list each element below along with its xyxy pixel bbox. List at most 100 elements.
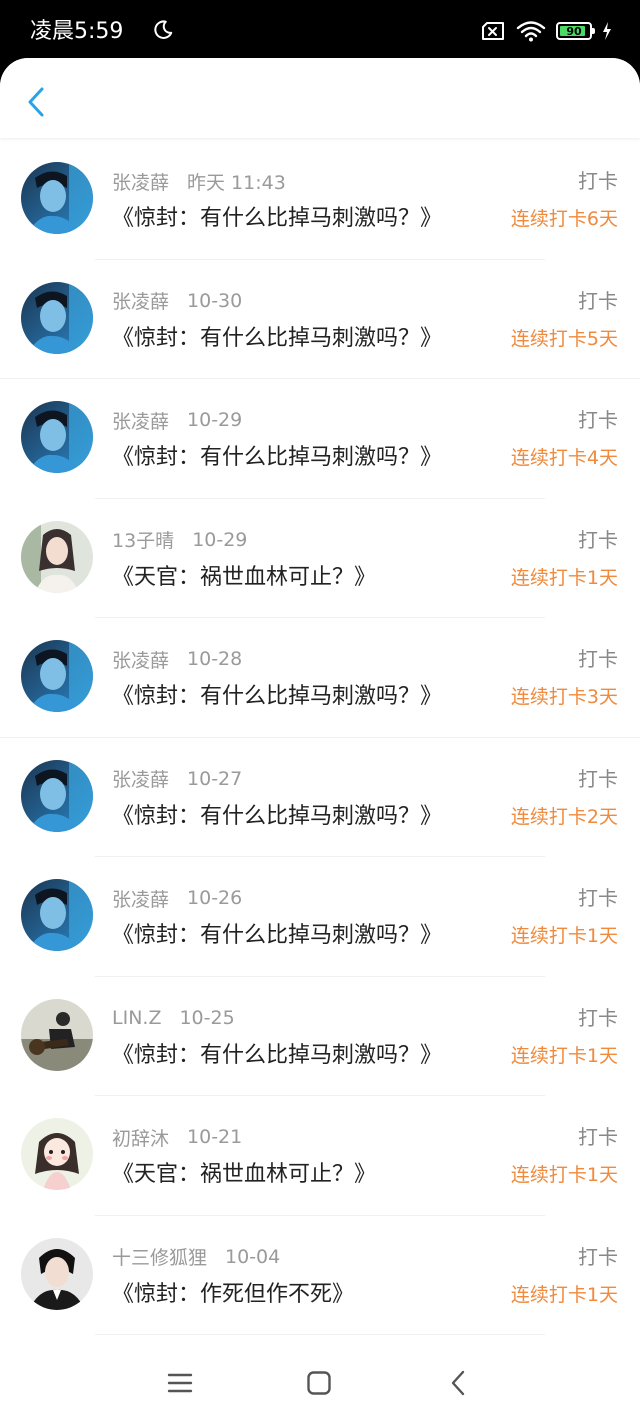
menu-button[interactable] xyxy=(162,1365,198,1401)
system-nav-bar xyxy=(0,1343,640,1423)
divider xyxy=(95,1334,545,1335)
book-title: 《天官：祸世血林可止？》 xyxy=(112,1162,377,1187)
meta-line: 初辞沐 10-21 xyxy=(112,1124,242,1150)
user-name[interactable]: 张凌薛 xyxy=(112,168,169,195)
timestamp: 10-04 xyxy=(225,1245,281,1268)
checkin-label: 打卡 xyxy=(578,169,618,193)
checkin-label: 打卡 xyxy=(578,886,618,910)
checkin-label: 打卡 xyxy=(578,1244,618,1269)
home-button[interactable] xyxy=(301,1365,337,1401)
moon-icon xyxy=(154,20,173,39)
user-name[interactable]: LIN.Z xyxy=(112,1007,161,1029)
checkin-list: 张凌薛 昨天 11:43 《惊封：有什么比掉马刺激吗？》 打卡 连续打卡6天 张凌薛 10-… xyxy=(0,140,640,1335)
meta-line: 张凌薛 10-26 xyxy=(112,885,242,911)
user-name[interactable]: 13子晴 xyxy=(112,526,174,553)
list-item[interactable]: 张凌薛 10-29 《惊封：有什么比掉马刺激吗？》 打卡连续打卡4天 xyxy=(0,379,640,499)
user-name[interactable]: 十三修狐狸 xyxy=(112,1243,207,1270)
meta-line: 张凌薛 10-30 xyxy=(112,288,242,314)
checkin-label: 打卡 xyxy=(578,1125,618,1149)
meta-line: 13子晴 10-29 xyxy=(112,527,247,553)
checkin-label: 打卡 xyxy=(578,647,618,671)
list-item[interactable]: 张凌薛 10-30 《惊封：有什么比掉马刺激吗？》 打卡连续打卡5天 xyxy=(0,260,640,379)
timestamp: 10-26 xyxy=(187,887,243,909)
home-icon xyxy=(307,1371,331,1395)
menu-icon xyxy=(167,1373,193,1393)
meta-line: 张凌薛 10-28 xyxy=(112,646,242,672)
timestamp: 10-29 xyxy=(187,409,243,431)
user-name[interactable]: 张凌薛 xyxy=(112,407,169,434)
nav-back-button[interactable] xyxy=(440,1365,476,1401)
chevron-left-icon xyxy=(28,87,44,117)
avatar[interactable] xyxy=(21,401,93,473)
book-title: 《惊封：有什么比掉马刺激吗？》 xyxy=(112,325,443,351)
status-icons: 90 xyxy=(480,19,612,43)
status-bar: 凌晨5:59 90 xyxy=(0,0,640,58)
timestamp: 昨天 11:43 xyxy=(187,171,286,194)
meta-line: 张凌薛 昨天 11:43 xyxy=(112,168,286,194)
avatar[interactable] xyxy=(21,998,93,1071)
meta-line: 张凌薛 10-27 xyxy=(112,766,242,792)
avatar[interactable] xyxy=(21,759,93,832)
checkin-label: 打卡 xyxy=(578,408,618,432)
avatar[interactable] xyxy=(21,162,93,234)
header xyxy=(0,58,640,138)
timestamp: 10-27 xyxy=(187,767,243,790)
book-title: 《惊封：有什么比掉马刺激吗？》 xyxy=(112,684,443,709)
status-time: 凌晨5:59 xyxy=(30,19,124,44)
checkin-label: 打卡 xyxy=(578,288,618,313)
book-title: 《惊封：有什么比掉马刺激吗？》 xyxy=(112,923,443,948)
wifi-icon xyxy=(516,21,546,42)
avatar[interactable] xyxy=(21,640,93,712)
streak-badge: 连续打卡1天 xyxy=(510,1283,618,1306)
no-sim-icon xyxy=(482,22,504,40)
book-title: 《天官：祸世血林可止？》 xyxy=(112,564,377,590)
streak-badge: 连续打卡6天 xyxy=(510,208,618,230)
battery-icon: 90 xyxy=(556,22,595,40)
list-item[interactable]: 初辞沐 10-21 《天官：祸世血林可止？》 打卡连续打卡1天 xyxy=(0,1096,640,1216)
streak-badge: 连续打卡1天 xyxy=(510,1044,618,1067)
user-name[interactable]: 张凌薛 xyxy=(112,287,169,314)
avatar[interactable] xyxy=(21,1237,93,1310)
list-item[interactable]: 十三修狐狸 10-04 《惊封：作死但作不死》 打卡连续打卡1天 xyxy=(0,1216,640,1335)
streak-badge: 连续打卡3天 xyxy=(510,686,618,708)
meta-line: 十三修狐狸 10-04 xyxy=(112,1244,280,1270)
book-title: 《惊封：有什么比掉马刺激吗？》 xyxy=(112,445,443,470)
app-window: 张凌薛 昨天 11:43 《惊封：有什么比掉马刺激吗？》 打卡 连续打卡6天 张凌薛 10-… xyxy=(0,58,640,1423)
list-item[interactable]: 张凌薛 昨天 11:43 《惊封：有什么比掉马刺激吗？》 打卡连续打卡6天 xyxy=(0,140,640,260)
list-item[interactable]: 13子晴 10-29 《天官：祸世血林可止？》 打卡连续打卡1天 xyxy=(0,499,640,618)
avatar[interactable] xyxy=(21,520,93,593)
user-name[interactable]: 张凌薛 xyxy=(112,646,169,673)
checkin-label: 打卡 xyxy=(578,1005,618,1030)
user-name[interactable]: 初辞沐 xyxy=(112,1124,169,1151)
avatar[interactable] xyxy=(21,1118,93,1190)
checkin-label: 打卡 xyxy=(578,527,618,552)
user-name[interactable]: 张凌薛 xyxy=(112,885,169,912)
list-item[interactable]: 张凌薛 10-27 《惊封：有什么比掉马刺激吗？》 打卡连续打卡2天 xyxy=(0,738,640,857)
streak-badge: 连续打卡2天 xyxy=(510,805,618,828)
timestamp: 10-28 xyxy=(187,648,243,670)
streak-badge: 连续打卡1天 xyxy=(510,1164,618,1186)
avatar[interactable] xyxy=(21,879,93,951)
meta-line: 张凌薛 10-29 xyxy=(112,407,242,433)
back-icon xyxy=(451,1370,465,1396)
checkin-label: 打卡 xyxy=(578,766,618,791)
user-name[interactable]: 张凌薛 xyxy=(112,765,169,792)
avatar[interactable] xyxy=(21,281,93,354)
streak-badge: 连续打卡4天 xyxy=(510,447,618,469)
meta-line: LIN.Z 10-25 xyxy=(112,1005,235,1031)
timestamp: 10-29 xyxy=(192,528,248,551)
book-title: 《惊封：有什么比掉马刺激吗？》 xyxy=(112,1042,443,1068)
list-item[interactable]: LIN.Z 10-25 《惊封：有什么比掉马刺激吗？》 打卡连续打卡1天 xyxy=(0,977,640,1096)
charging-icon xyxy=(603,22,611,40)
list-item[interactable]: 张凌薛 10-26 《惊封：有什么比掉马刺激吗？》 打卡连续打卡1天 xyxy=(0,857,640,977)
battery-level: 90 xyxy=(566,24,582,38)
streak-badge: 连续打卡1天 xyxy=(510,925,618,947)
back-button[interactable] xyxy=(18,82,54,122)
streak-badge: 连续打卡5天 xyxy=(510,327,618,350)
book-title: 《惊封：作死但作不死》 xyxy=(112,1281,355,1307)
streak-badge: 连续打卡1天 xyxy=(510,566,618,589)
timestamp: 10-21 xyxy=(187,1126,243,1148)
book-title: 《惊封：有什么比掉马刺激吗？》 xyxy=(112,803,443,829)
book-title: 《惊封：有什么比掉马刺激吗？》 xyxy=(112,206,443,231)
list-item[interactable]: 张凌薛 10-28 《惊封：有什么比掉马刺激吗？》 打卡连续打卡3天 xyxy=(0,618,640,738)
